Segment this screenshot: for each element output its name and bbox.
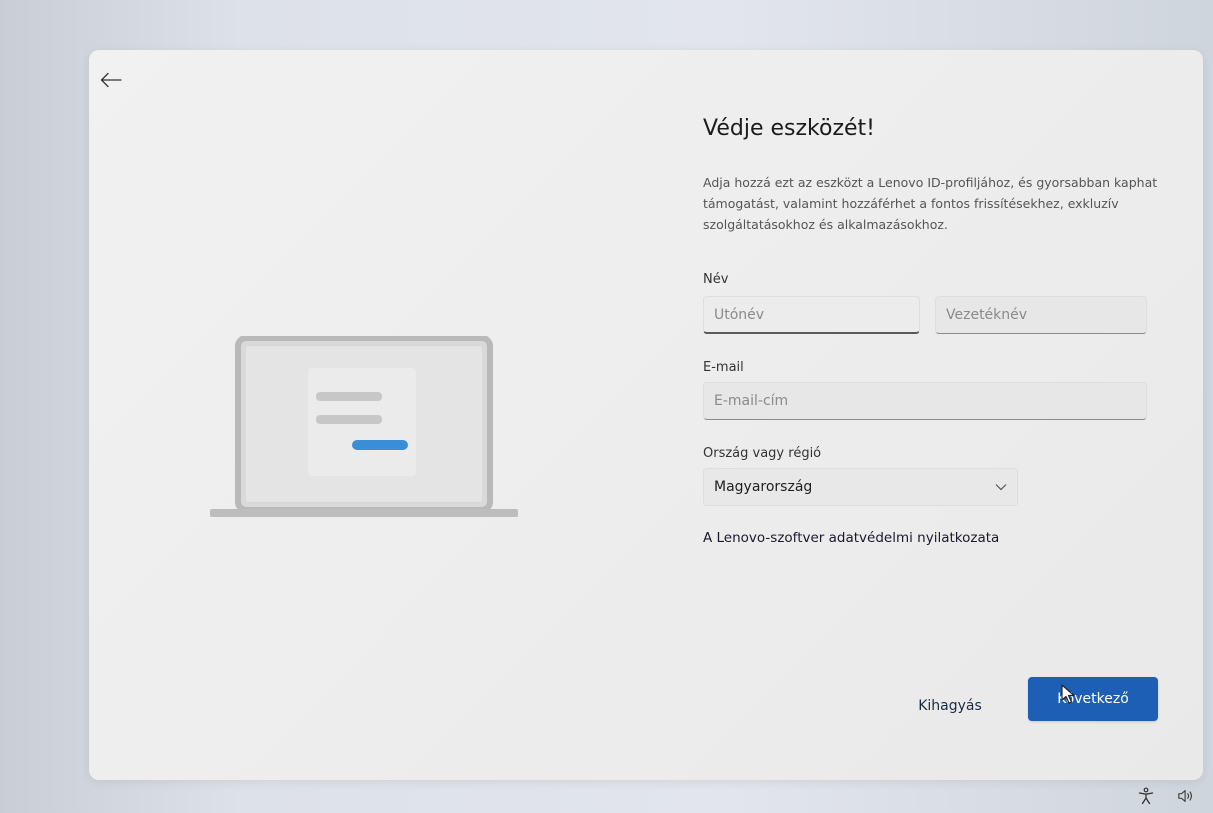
skip-button[interactable]: Kihagyás: [905, 690, 995, 722]
oobe-card: Védje eszközét! Adja hozzá ezt az eszköz…: [89, 50, 1203, 780]
email-placeholder: E-mail-cím: [714, 393, 789, 409]
laptop-illustration: [210, 335, 520, 526]
arrow-left-icon: [100, 72, 122, 92]
privacy-statement-link[interactable]: A Lenovo-szoftver adatvédelmi nyilatkoza…: [703, 530, 999, 546]
name-label: Név: [703, 272, 729, 287]
mouse-cursor-icon: [1061, 684, 1077, 704]
volume-icon[interactable]: [1177, 787, 1195, 805]
last-name-input[interactable]: Vezetéknév: [935, 296, 1147, 334]
accessibility-icon[interactable]: [1137, 787, 1155, 805]
back-button[interactable]: [95, 68, 127, 96]
country-value: Magyarország: [714, 479, 813, 495]
country-label: Ország vagy régió: [703, 446, 822, 461]
system-tray: [1137, 787, 1195, 805]
page-title: Védje eszközét!: [703, 116, 875, 141]
page-description: Adja hozzá ezt az eszközt a Lenovo ID-pr…: [703, 175, 1158, 232]
chevron-down-icon: [995, 479, 1007, 495]
first-name-placeholder: Utónév: [714, 306, 765, 323]
first-name-input[interactable]: Utónév: [703, 296, 920, 334]
next-button[interactable]: Következő: [1028, 677, 1158, 721]
country-select[interactable]: Magyarország: [703, 468, 1018, 506]
email-input[interactable]: E-mail-cím: [703, 382, 1147, 420]
email-label: E-mail: [703, 360, 744, 375]
last-name-placeholder: Vezetéknév: [946, 307, 1028, 323]
